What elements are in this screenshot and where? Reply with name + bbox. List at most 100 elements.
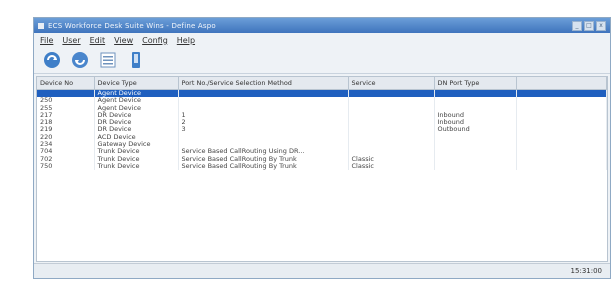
main-window: ECS Workforce Desk Suite Wins - Define A… (33, 17, 611, 279)
cell-port-method: Service Based CallRouting By Trunk (178, 155, 349, 163)
col-header-port-method[interactable]: Port No./Service Selection Method (178, 77, 349, 90)
status-bar: 15:31:00 (34, 263, 610, 278)
cell-device-type: Trunk Device (94, 148, 179, 156)
status-clock: 15:31:00 (570, 267, 602, 275)
cell-service (348, 133, 435, 142)
menu-help[interactable]: Help (177, 36, 195, 45)
cell-device-type: DR Device (94, 111, 179, 120)
cell-dn-port-type (434, 148, 517, 156)
cell-device-type: DR Device (94, 119, 179, 127)
cell-filler (516, 111, 607, 120)
title-bar: ECS Workforce Desk Suite Wins - Define A… (34, 18, 610, 33)
cell-device-type: Agent Device (94, 89, 179, 98)
col-header-filler (516, 77, 607, 90)
cell-filler (516, 155, 607, 163)
cell-dn-port-type (434, 162, 517, 171)
table-row[interactable]: 702 Trunk Device Service Based CallRouting… (37, 155, 607, 163)
cell-device-type: Gateway Device (94, 141, 179, 149)
col-header-service[interactable]: Service (348, 77, 435, 90)
cell-port-method (178, 89, 349, 98)
cell-device-no: 702 (37, 155, 95, 163)
toolbar (34, 47, 610, 74)
table-row[interactable]: 255 Agent Device (37, 104, 607, 112)
cell-service (348, 104, 435, 112)
close-button[interactable]: x (596, 20, 606, 31)
menu-edit[interactable]: Edit (90, 36, 106, 45)
app-icon (38, 22, 44, 29)
cell-device-no (37, 89, 95, 98)
cell-device-no: 250 (37, 97, 95, 105)
cell-service (348, 141, 435, 149)
table-row[interactable]: Agent Device (37, 89, 607, 98)
sync-icon[interactable] (70, 50, 90, 70)
cell-device-no: 704 (37, 148, 95, 156)
col-header-device-type[interactable]: Device Type (94, 77, 179, 90)
cell-port-method (178, 104, 349, 112)
cell-dn-port-type (434, 141, 517, 149)
window-title: ECS Workforce Desk Suite Wins - Define A… (48, 21, 216, 30)
cell-port-method: Service Based CallRouting By Trunk (178, 162, 349, 171)
list-icon[interactable] (98, 50, 118, 70)
cell-port-method: 2 (178, 119, 349, 127)
menu-view[interactable]: View (114, 36, 133, 45)
cell-dn-port-type (434, 89, 517, 98)
cell-service (348, 97, 435, 105)
menu-config[interactable]: Config (142, 36, 168, 45)
table-row[interactable]: 704 Trunk Device Service Based CallRouting… (37, 148, 607, 156)
cell-service (348, 89, 435, 98)
cell-dn-port-type (434, 133, 517, 142)
table-row[interactable]: 250 Agent Device (37, 97, 607, 105)
cell-filler (516, 126, 607, 134)
cell-service (348, 111, 435, 120)
cell-service (348, 119, 435, 127)
cell-device-no: 217 (37, 111, 95, 120)
cell-dn-port-type: Inbound (434, 119, 517, 127)
table-row[interactable]: 218 DR Device 2 Inbound (37, 119, 607, 127)
cell-filler (516, 162, 607, 171)
cell-device-no: 219 (37, 126, 95, 134)
cell-device-no: 255 (37, 104, 95, 112)
table-row[interactable]: 750 Trunk Device Service Based CallRouting… (37, 162, 607, 171)
cell-device-type: Agent Device (94, 97, 179, 105)
cell-device-type: Trunk Device (94, 155, 179, 163)
refresh-icon[interactable] (42, 50, 62, 70)
cell-device-no: 218 (37, 119, 95, 127)
col-header-dn-port-type[interactable]: DN Port Type (434, 77, 517, 90)
col-header-device-no[interactable]: Device No (37, 77, 95, 90)
cell-service (348, 148, 435, 156)
device-grid: Device No Device Type Port No./Service S… (36, 76, 608, 262)
menu-user[interactable]: User (62, 36, 80, 45)
cell-filler (516, 97, 607, 105)
cell-port-method (178, 141, 349, 149)
cell-port-method: 3 (178, 126, 349, 134)
cell-dn-port-type (434, 104, 517, 112)
cell-device-type: Trunk Device (94, 162, 179, 171)
device-table: Device No Device Type Port No./Service S… (37, 77, 607, 171)
table-row[interactable]: 234 Gateway Device (37, 141, 607, 149)
cell-dn-port-type: Inbound (434, 111, 517, 120)
cell-port-method: Service Based CallRouting Using DR... (178, 148, 349, 156)
cell-port-method: 1 (178, 111, 349, 120)
cell-device-type: Agent Device (94, 104, 179, 112)
menu-file[interactable]: File (40, 36, 53, 45)
cell-filler (516, 104, 607, 112)
cell-dn-port-type (434, 97, 517, 105)
cell-service: Classic (348, 155, 435, 163)
menu-bar: File User Edit View Config Help (34, 33, 610, 47)
table-row[interactable]: 219 DR Device 3 Outbound (37, 126, 607, 134)
cell-dn-port-type (434, 155, 517, 163)
cell-service (348, 126, 435, 134)
cell-dn-port-type: Outbound (434, 126, 517, 134)
table-row[interactable]: 220 ACD Device (37, 133, 607, 142)
device-icon[interactable] (126, 50, 146, 70)
maximize-button[interactable]: □ (584, 20, 594, 31)
table-row[interactable]: 217 DR Device 1 Inbound (37, 111, 607, 120)
cell-port-method (178, 97, 349, 105)
cell-filler (516, 141, 607, 149)
table-header-row: Device No Device Type Port No./Service S… (37, 77, 607, 90)
cell-device-no: 234 (37, 141, 95, 149)
cell-service: Classic (348, 162, 435, 171)
cell-filler (516, 148, 607, 156)
minimize-button[interactable]: _ (572, 20, 582, 31)
cell-device-no: 220 (37, 133, 95, 142)
